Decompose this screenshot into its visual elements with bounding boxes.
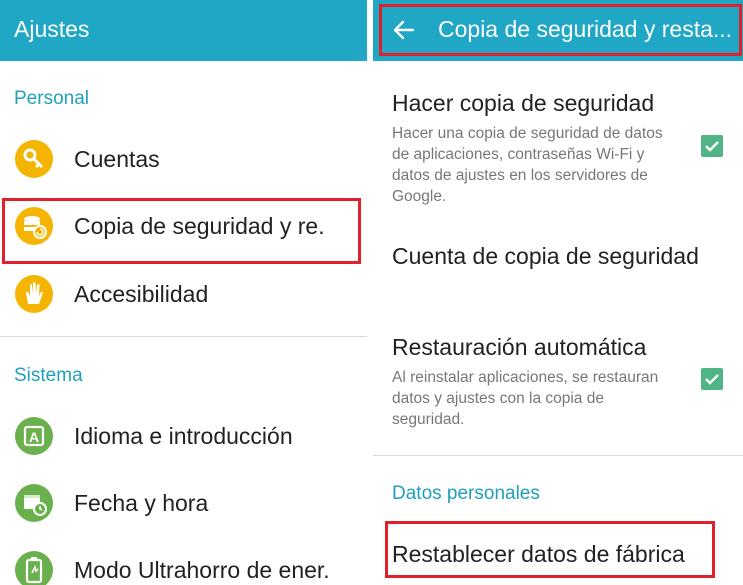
app-bar: Ajustes [0,0,367,61]
settings-item-label: Modo Ultrahorro de ener. [74,557,330,583]
settings-item-label: Cuentas [74,146,160,172]
calendar-clock-icon [15,484,53,522]
app-bar-title: Copia de seguridad y resta... [438,16,731,42]
settings-item-language[interactable]: A Idioma e introducción [0,406,367,466]
check-icon [705,374,719,385]
section-header-personal: Personal [14,88,89,109]
settings-item-accessibility[interactable]: Accesibilidad [0,264,367,324]
settings-item-label: Copia de seguridad y re. [74,213,325,239]
factory-data-reset-item[interactable]: Restablecer datos de fábrica [392,541,722,568]
backup-database-icon [15,207,53,245]
settings-item-backup-reset[interactable]: Copia de seguridad y re. [0,196,367,256]
backup-checkbox[interactable] [701,135,723,157]
section-divider [0,336,367,337]
back-arrow-icon[interactable] [391,17,417,43]
settings-item-date-time[interactable]: Fecha y hora [0,473,367,533]
pref-title: Hacer copia de seguridad [392,90,655,116]
settings-item-label: Accesibilidad [74,281,209,307]
pref-summary: Al reinstalar aplicaciones, se restauran… [392,369,659,428]
auto-restore-checkbox[interactable] [701,368,723,390]
pref-title: Cuenta de copia de seguridad [392,243,699,269]
section-divider [373,455,743,456]
svg-text:A: A [29,429,39,445]
pref-title: Restablecer datos de fábrica [392,541,685,567]
key-icon [15,140,53,178]
settings-panel: Ajustes Personal Cuentas Copia de seguri… [0,0,367,585]
settings-item-label: Idioma e introducción [74,423,293,449]
language-a-icon: A [15,417,53,455]
battery-saver-icon [15,551,53,585]
app-bar-title: Ajustes [14,16,90,42]
section-header-system: Sistema [14,365,83,386]
pref-backup-my-data[interactable]: Hacer copia de seguridad Hacer una copia… [392,90,722,207]
pref-automatic-restore[interactable]: Restauración automática Al reinstalar ap… [392,334,722,430]
backup-reset-panel: Copia de seguridad y resta... Hacer copi… [373,0,743,585]
hand-icon [15,275,53,313]
pref-summary: Hacer una copia de seguridad de datos de… [392,125,663,205]
section-header-personal-data: Datos personales [392,483,540,504]
pref-title: Restauración automática [392,334,647,360]
pref-backup-account[interactable]: Cuenta de copia de seguridad [392,243,722,270]
settings-item-ultra-power-saving[interactable]: Modo Ultrahorro de ener. [0,540,367,585]
settings-item-accounts[interactable]: Cuentas [0,129,367,189]
app-bar: Copia de seguridad y resta... [373,0,743,61]
check-icon [705,141,719,152]
settings-item-label: Fecha y hora [74,490,209,516]
